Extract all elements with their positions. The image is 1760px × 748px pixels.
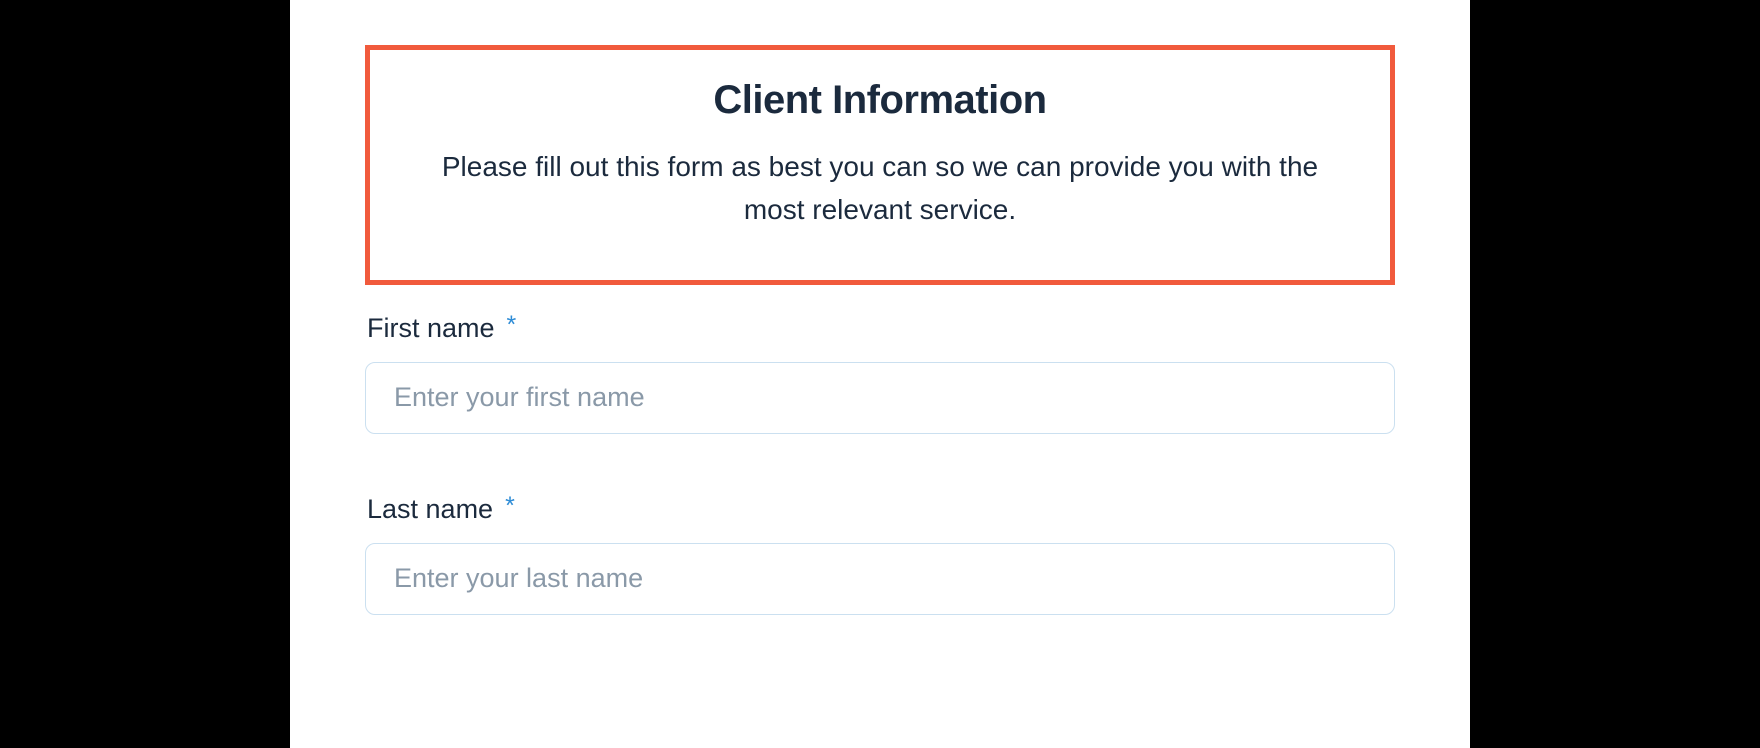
last-name-field: Last name * bbox=[365, 494, 1395, 615]
required-asterisk-icon: * bbox=[505, 492, 515, 521]
last-name-label-row: Last name * bbox=[365, 494, 1395, 525]
required-asterisk-icon: * bbox=[507, 311, 517, 340]
first-name-field: First name * bbox=[365, 313, 1395, 434]
first-name-label-row: First name * bbox=[365, 313, 1395, 344]
last-name-input[interactable] bbox=[365, 543, 1395, 615]
form-title: Client Information bbox=[410, 78, 1350, 123]
first-name-input[interactable] bbox=[365, 362, 1395, 434]
last-name-label: Last name bbox=[367, 494, 493, 525]
form-description: Please fill out this form as best you ca… bbox=[410, 145, 1350, 232]
form-page: Client Information Please fill out this … bbox=[290, 0, 1470, 748]
form-header-box: Client Information Please fill out this … bbox=[365, 45, 1395, 285]
first-name-label: First name bbox=[367, 313, 495, 344]
